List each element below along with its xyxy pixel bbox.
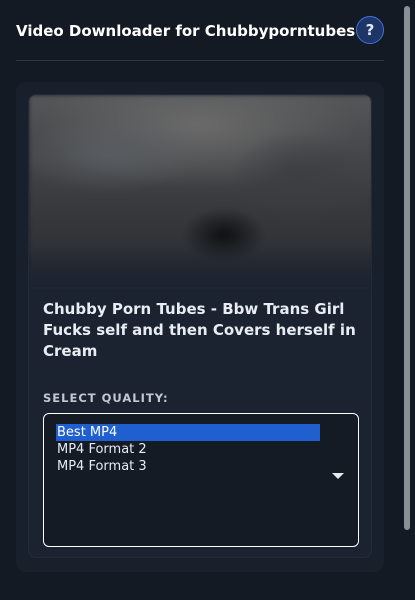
quality-option-mp4-format-3[interactable]: MP4 Format 3 — [56, 458, 320, 475]
header: Video Downloader for Chubbyporntubes ? — [16, 16, 386, 46]
video-card: Chubby Porn Tubes - Bbw Trans Girl Fucks… — [28, 94, 372, 558]
quality-option-mp4-format-2[interactable]: MP4 Format 2 — [56, 441, 320, 458]
scrollbar-thumb[interactable] — [404, 6, 410, 530]
quality-option-best-mp4[interactable]: Best MP4 — [56, 424, 320, 441]
quality-select[interactable]: Best MP4 MP4 Format 2 MP4 Format 3 — [43, 413, 359, 547]
header-divider — [16, 60, 384, 61]
downloader-popup: Video Downloader for Chubbyporntubes ? C… — [0, 0, 415, 600]
thumbnail-fade — [29, 245, 371, 287]
scrollbar[interactable] — [401, 4, 411, 596]
quality-label: SELECT QUALITY: — [43, 391, 169, 405]
chevron-down-icon[interactable] — [332, 473, 344, 479]
help-button[interactable]: ? — [356, 16, 384, 44]
video-title: Chubby Porn Tubes - Bbw Trans Girl Fucks… — [43, 300, 356, 360]
app-title: Video Downloader for Chubbyporntubes — [16, 22, 356, 40]
question-mark-icon: ? — [365, 21, 375, 39]
